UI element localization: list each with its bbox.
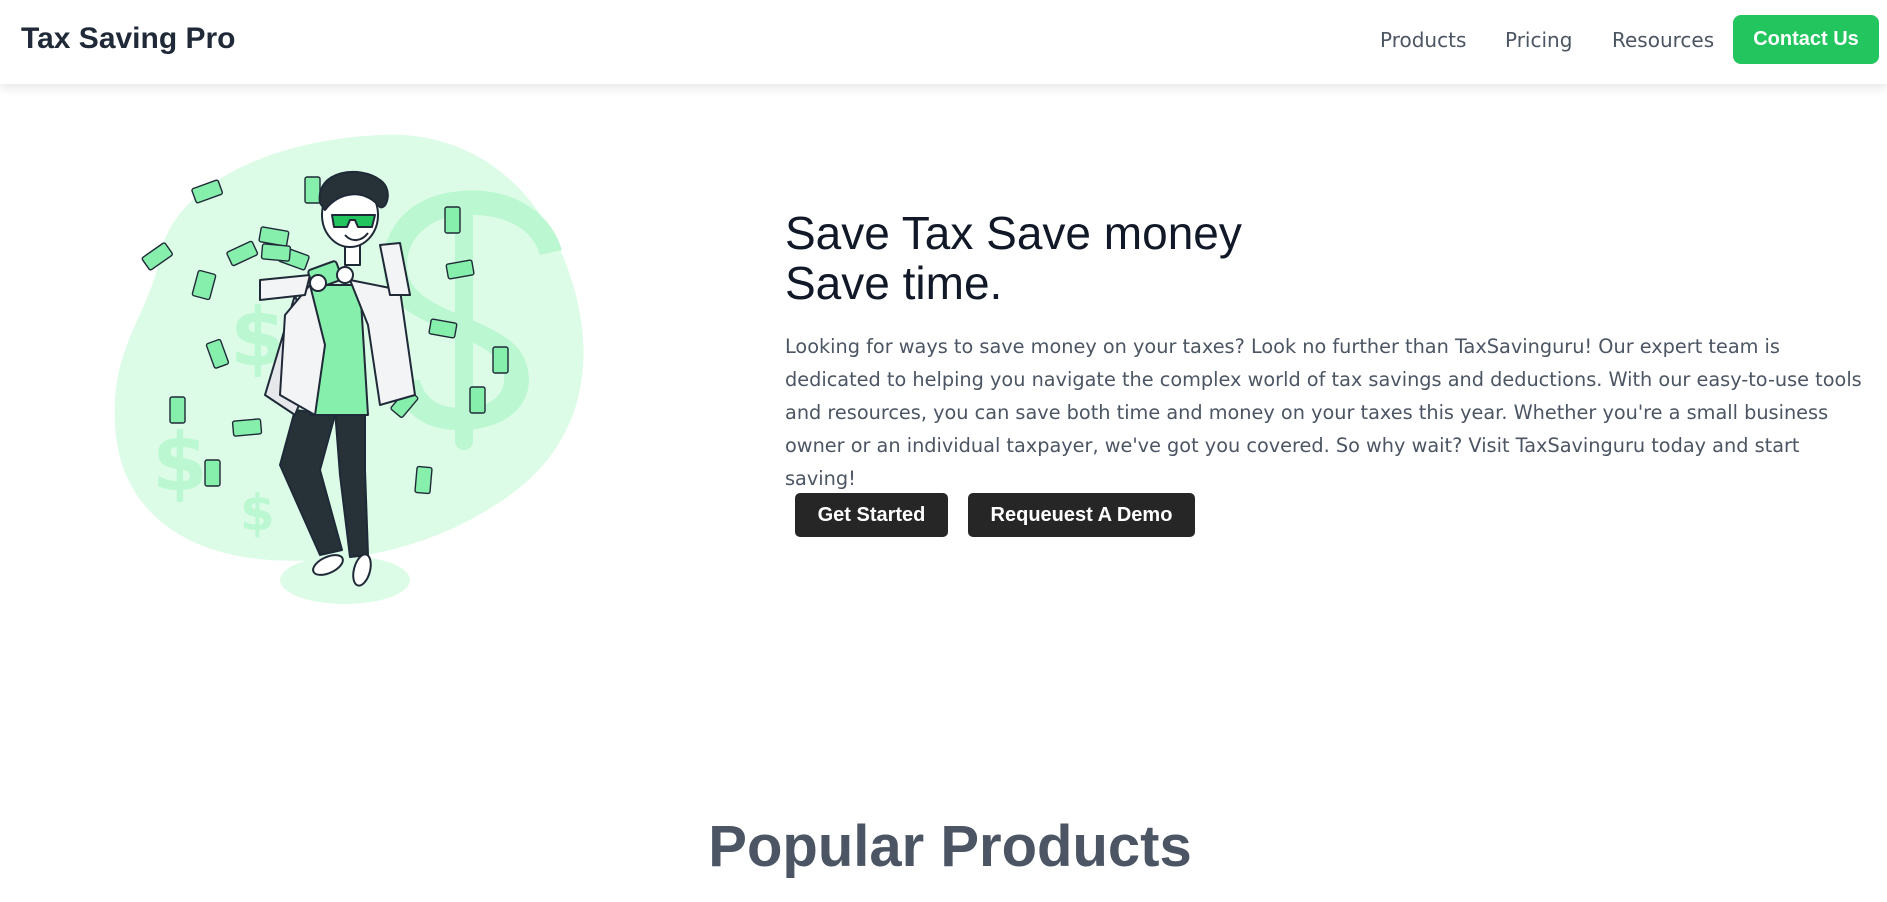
request-demo-button[interactable]: Requeuest A Demo — [968, 493, 1195, 537]
contact-us-button[interactable]: Contact Us — [1733, 15, 1879, 64]
hero-title-line-2: Save time. — [785, 257, 1003, 309]
top-navbar: Tax Saving Pro Products Pricing Resource… — [0, 0, 1887, 84]
hero-title: Save Tax Save money Save time. — [785, 208, 1485, 308]
nav-link-products[interactable]: Products — [1380, 27, 1466, 53]
svg-text:$: $ — [240, 484, 275, 542]
hero-description: Looking for ways to save money on your t… — [785, 335, 1862, 490]
man-throwing-money-illustration: $ $ $ — [114, 134, 584, 604]
brand-logo-link[interactable]: Tax Saving Pro — [21, 21, 236, 57]
svg-text:$: $ — [152, 416, 208, 509]
get-started-button[interactable]: Get Started — [795, 493, 948, 537]
nav-link-pricing[interactable]: Pricing — [1505, 27, 1572, 53]
popular-products-heading: Popular Products — [708, 814, 1192, 879]
nav-link-resources[interactable]: Resources — [1612, 27, 1714, 53]
ground-shadow — [280, 556, 410, 604]
hero-title-line-1: Save Tax Save money — [785, 207, 1242, 259]
